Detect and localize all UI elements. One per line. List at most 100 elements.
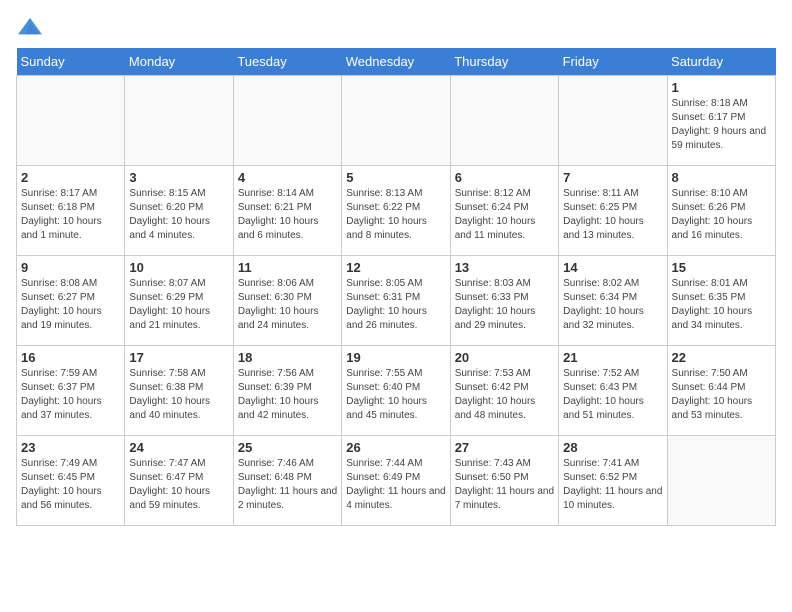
day-number: 3: [129, 170, 228, 185]
day-number: 5: [346, 170, 445, 185]
calendar-cell: [450, 76, 558, 166]
day-info: Sunrise: 8:17 AM Sunset: 6:18 PM Dayligh…: [21, 187, 120, 243]
day-info: Sunrise: 7:55 AM Sunset: 6:40 PM Dayligh…: [346, 367, 445, 423]
day-number: 11: [238, 260, 337, 275]
day-number: 26: [346, 440, 445, 455]
day-info: Sunrise: 7:52 AM Sunset: 6:43 PM Dayligh…: [563, 367, 662, 423]
calendar-cell: 17 Sunrise: 7:58 AM Sunset: 6:38 PM Dayli…: [125, 346, 233, 436]
calendar-cell: 1 Sunrise: 8:18 AM Sunset: 6:17 PM Daylig…: [667, 76, 775, 166]
calendar-cell: 14 Sunrise: 8:02 AM Sunset: 6:34 PM Dayli…: [559, 256, 667, 346]
day-number: 16: [21, 350, 120, 365]
calendar-cell: [125, 76, 233, 166]
day-header-thursday: Thursday: [450, 48, 558, 76]
calendar-cell: 16 Sunrise: 7:59 AM Sunset: 6:37 PM Dayli…: [17, 346, 125, 436]
calendar-cell: 26 Sunrise: 7:44 AM Sunset: 6:49 PM Dayli…: [342, 436, 450, 526]
calendar-cell: 11 Sunrise: 8:06 AM Sunset: 6:30 PM Dayli…: [233, 256, 341, 346]
day-info: Sunrise: 8:07 AM Sunset: 6:29 PM Dayligh…: [129, 277, 228, 333]
day-number: 28: [563, 440, 662, 455]
day-number: 18: [238, 350, 337, 365]
day-info: Sunrise: 7:43 AM Sunset: 6:50 PM Dayligh…: [455, 457, 554, 513]
calendar-cell: [559, 76, 667, 166]
calendar-header-row: SundayMondayTuesdayWednesdayThursdayFrid…: [17, 48, 776, 76]
day-number: 10: [129, 260, 228, 275]
day-info: Sunrise: 7:56 AM Sunset: 6:39 PM Dayligh…: [238, 367, 337, 423]
calendar-cell: 9Sunrise: 8:08 AM Sunset: 6:27 PM Daylig…: [17, 256, 125, 346]
calendar-cell: [17, 76, 125, 166]
day-info: Sunrise: 7:59 AM Sunset: 6:37 PM Dayligh…: [21, 367, 120, 423]
day-number: 1: [672, 80, 771, 95]
day-info: Sunrise: 8:05 AM Sunset: 6:31 PM Dayligh…: [346, 277, 445, 333]
day-info: Sunrise: 8:14 AM Sunset: 6:21 PM Dayligh…: [238, 187, 337, 243]
day-number: 7: [563, 170, 662, 185]
calendar-cell: 24Sunrise: 7:47 AM Sunset: 6:47 PM Dayli…: [125, 436, 233, 526]
day-info: Sunrise: 8:11 AM Sunset: 6:25 PM Dayligh…: [563, 187, 662, 243]
day-number: 17: [129, 350, 228, 365]
day-header-wednesday: Wednesday: [342, 48, 450, 76]
day-info: Sunrise: 7:49 AM Sunset: 6:45 PM Dayligh…: [21, 457, 120, 513]
day-info: Sunrise: 7:58 AM Sunset: 6:38 PM Dayligh…: [129, 367, 228, 423]
day-info: Sunrise: 7:44 AM Sunset: 6:49 PM Dayligh…: [346, 457, 445, 513]
calendar-cell: [667, 436, 775, 526]
calendar-week-row: 16 Sunrise: 7:59 AM Sunset: 6:37 PM Dayli…: [17, 346, 776, 436]
day-number: 4: [238, 170, 337, 185]
page-header: [16, 16, 776, 38]
calendar-cell: 15 Sunrise: 8:01 AM Sunset: 6:35 PM Dayli…: [667, 256, 775, 346]
calendar-week-row: 9Sunrise: 8:08 AM Sunset: 6:27 PM Daylig…: [17, 256, 776, 346]
calendar-cell: 12 Sunrise: 8:05 AM Sunset: 6:31 PM Dayli…: [342, 256, 450, 346]
day-info: Sunrise: 7:41 AM Sunset: 6:52 PM Dayligh…: [563, 457, 662, 513]
day-number: 14: [563, 260, 662, 275]
calendar-cell: 25 Sunrise: 7:46 AM Sunset: 6:48 PM Dayli…: [233, 436, 341, 526]
calendar-cell: 8 Sunrise: 8:10 AM Sunset: 6:26 PM Daylig…: [667, 166, 775, 256]
calendar-cell: 5 Sunrise: 8:13 AM Sunset: 6:22 PM Daylig…: [342, 166, 450, 256]
calendar-cell: 13Sunrise: 8:03 AM Sunset: 6:33 PM Dayli…: [450, 256, 558, 346]
day-number: 25: [238, 440, 337, 455]
day-header-friday: Friday: [559, 48, 667, 76]
calendar-cell: 19 Sunrise: 7:55 AM Sunset: 6:40 PM Dayli…: [342, 346, 450, 436]
day-info: Sunrise: 7:46 AM Sunset: 6:48 PM Dayligh…: [238, 457, 337, 513]
calendar-cell: 27 Sunrise: 7:43 AM Sunset: 6:50 PM Dayli…: [450, 436, 558, 526]
day-info: Sunrise: 8:06 AM Sunset: 6:30 PM Dayligh…: [238, 277, 337, 333]
day-number: 2: [21, 170, 120, 185]
calendar-cell: 28 Sunrise: 7:41 AM Sunset: 6:52 PM Dayli…: [559, 436, 667, 526]
calendar-cell: 23 Sunrise: 7:49 AM Sunset: 6:45 PM Dayli…: [17, 436, 125, 526]
day-info: Sunrise: 8:12 AM Sunset: 6:24 PM Dayligh…: [455, 187, 554, 243]
day-number: 20: [455, 350, 554, 365]
day-info: Sunrise: 8:13 AM Sunset: 6:22 PM Dayligh…: [346, 187, 445, 243]
day-number: 15: [672, 260, 771, 275]
day-info: Sunrise: 8:18 AM Sunset: 6:17 PM Dayligh…: [672, 97, 771, 153]
day-number: 21: [563, 350, 662, 365]
calendar-week-row: 2 Sunrise: 8:17 AM Sunset: 6:18 PM Daylig…: [17, 166, 776, 256]
calendar-week-row: 23 Sunrise: 7:49 AM Sunset: 6:45 PM Dayli…: [17, 436, 776, 526]
calendar-cell: 20 Sunrise: 7:53 AM Sunset: 6:42 PM Dayli…: [450, 346, 558, 436]
day-header-sunday: Sunday: [17, 48, 125, 76]
day-number: 24: [129, 440, 228, 455]
day-header-saturday: Saturday: [667, 48, 775, 76]
day-info: Sunrise: 8:02 AM Sunset: 6:34 PM Dayligh…: [563, 277, 662, 333]
day-number: 23: [21, 440, 120, 455]
calendar-cell: 18 Sunrise: 7:56 AM Sunset: 6:39 PM Dayli…: [233, 346, 341, 436]
day-number: 19: [346, 350, 445, 365]
calendar-cell: [342, 76, 450, 166]
day-number: 13: [455, 260, 554, 275]
day-number: 9: [21, 260, 120, 275]
calendar-cell: 6Sunrise: 8:12 AM Sunset: 6:24 PM Daylig…: [450, 166, 558, 256]
day-info: Sunrise: 7:50 AM Sunset: 6:44 PM Dayligh…: [672, 367, 771, 423]
calendar-cell: 3 Sunrise: 8:15 AM Sunset: 6:20 PM Daylig…: [125, 166, 233, 256]
day-number: 12: [346, 260, 445, 275]
day-info: Sunrise: 7:53 AM Sunset: 6:42 PM Dayligh…: [455, 367, 554, 423]
day-info: Sunrise: 8:15 AM Sunset: 6:20 PM Dayligh…: [129, 187, 228, 243]
day-number: 27: [455, 440, 554, 455]
day-number: 8: [672, 170, 771, 185]
day-header-tuesday: Tuesday: [233, 48, 341, 76]
calendar-cell: 22Sunrise: 7:50 AM Sunset: 6:44 PM Dayli…: [667, 346, 775, 436]
day-info: Sunrise: 8:01 AM Sunset: 6:35 PM Dayligh…: [672, 277, 771, 333]
calendar-cell: 7 Sunrise: 8:11 AM Sunset: 6:25 PM Daylig…: [559, 166, 667, 256]
calendar-cell: 21 Sunrise: 7:52 AM Sunset: 6:43 PM Dayli…: [559, 346, 667, 436]
calendar-cell: [233, 76, 341, 166]
day-info: Sunrise: 8:10 AM Sunset: 6:26 PM Dayligh…: [672, 187, 771, 243]
day-header-monday: Monday: [125, 48, 233, 76]
calendar-cell: 2 Sunrise: 8:17 AM Sunset: 6:18 PM Daylig…: [17, 166, 125, 256]
calendar-cell: 10 Sunrise: 8:07 AM Sunset: 6:29 PM Dayli…: [125, 256, 233, 346]
logo: [16, 16, 48, 38]
calendar-week-row: 1 Sunrise: 8:18 AM Sunset: 6:17 PM Daylig…: [17, 76, 776, 166]
